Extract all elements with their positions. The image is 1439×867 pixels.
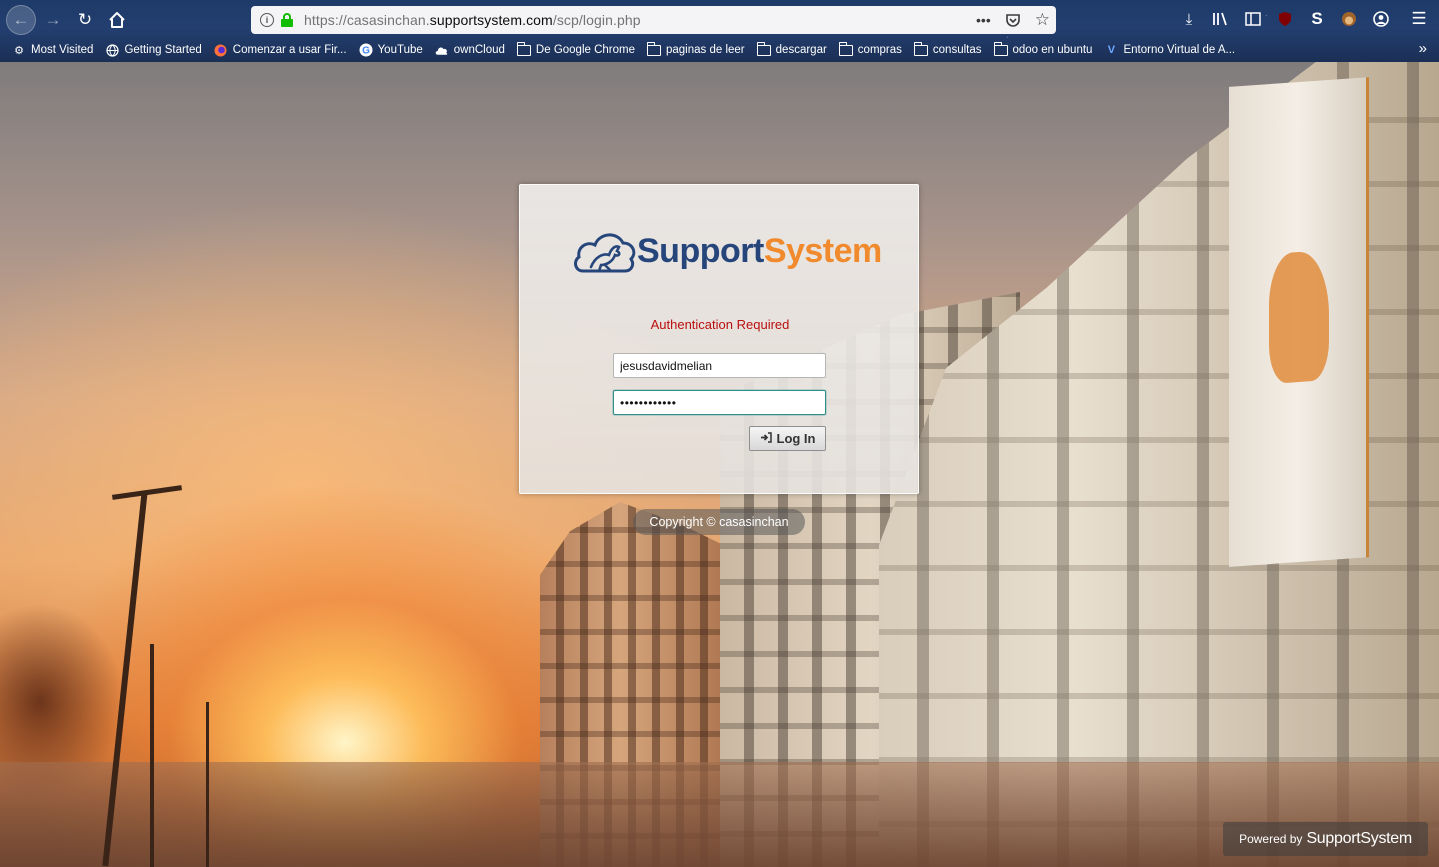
bookmarks-bar: ⚙ Most Visited Getting Started Comenzar … — [0, 38, 1439, 62]
pocket-icon[interactable] — [1005, 12, 1021, 28]
street-lamp — [150, 644, 154, 867]
bookmark-youtube[interactable]: G YouTube — [359, 43, 423, 57]
bookmark-label: Entorno Virtual de A... — [1123, 44, 1236, 56]
sign-in-icon — [760, 431, 772, 446]
home-icon — [109, 12, 125, 28]
arrow-right-icon: → — [44, 10, 62, 29]
cloud-icon — [435, 43, 449, 57]
bookmark-entorno-virtual[interactable]: V Entorno Virtual de A... — [1104, 43, 1235, 57]
bookmark-most-visited[interactable]: ⚙ Most Visited — [12, 43, 93, 57]
bookmark-label: Getting Started — [124, 44, 202, 56]
powered-by-prefix: Powered by — [1239, 832, 1303, 846]
star-icon[interactable]: ☆ — [1035, 10, 1050, 30]
bookmark-label: ownCloud — [453, 44, 505, 56]
folder-icon — [993, 41, 1008, 57]
bookmark-folder-compras[interactable]: compras — [838, 41, 902, 57]
folder-icon — [647, 41, 661, 57]
logo-wordmark: SupportSystem — [637, 232, 882, 271]
bookmarks-overflow-icon[interactable]: » — [1419, 40, 1427, 57]
folder-icon — [756, 41, 771, 57]
menu-icon[interactable]: ☰ — [1409, 9, 1429, 29]
arrow-left-icon: ← — [12, 10, 30, 29]
url-actions: ••• ☆ — [976, 6, 1050, 34]
bookmark-folder-odoo[interactable]: odoo en ubuntu — [993, 41, 1093, 57]
powered-by-badge[interactable]: Powered by SupportSystem — [1223, 822, 1428, 856]
folder-icon — [516, 41, 531, 57]
bookmark-label: descargar — [775, 44, 827, 56]
bookmark-label: odoo en ubuntu — [1012, 44, 1093, 56]
auth-message: Authentication Required — [650, 317, 790, 332]
login-button[interactable]: Log In — [749, 426, 826, 451]
logo-word-system: System — [763, 232, 882, 270]
back-button[interactable]: ← — [6, 5, 36, 35]
ublock-icon[interactable] — [1275, 9, 1295, 29]
reload-icon: ↻ — [77, 10, 93, 29]
copyright-text: Copyright © casasinchan — [633, 509, 805, 535]
bookmark-label: Comenzar a usar Fir... — [232, 44, 347, 56]
library-icon[interactable] — [1211, 9, 1231, 29]
address-bar[interactable]: i https://casasinchan.supportsystem.com/… — [251, 6, 1056, 34]
login-button-label: Log In — [776, 431, 816, 446]
bookmark-getting-started[interactable]: Getting Started — [105, 43, 202, 57]
bookmark-folder-descargar[interactable]: descargar — [756, 41, 827, 57]
s-extension-icon[interactable]: S — [1307, 9, 1327, 29]
monkey-icon[interactable] — [1339, 9, 1359, 29]
info-icon[interactable]: i — [260, 13, 274, 27]
password-field[interactable] — [613, 390, 826, 415]
username-field[interactable] — [613, 353, 826, 378]
globe-icon — [105, 43, 119, 57]
moodle-icon: V — [1107, 44, 1116, 56]
bookmark-label: compras — [857, 44, 902, 56]
bookmark-comenzar-firefox[interactable]: Comenzar a usar Fir... — [214, 43, 347, 57]
folder-icon — [838, 41, 853, 57]
bookmark-label: Most Visited — [31, 44, 94, 56]
bookmark-folder-consultas[interactable]: consultas — [913, 41, 982, 57]
gear-icon: ⚙ — [14, 44, 24, 57]
bookmark-label: consultas — [932, 44, 982, 56]
url-prefix: https://casasinchan. — [304, 12, 430, 28]
bookmark-label: paginas de leer — [666, 44, 745, 56]
page-actions-icon[interactable]: ••• — [976, 12, 991, 28]
bookmark-folder-google-chrome[interactable]: De Google Chrome — [516, 41, 635, 57]
sidebar-icon[interactable] — [1243, 9, 1263, 29]
supportsystem-logo: SupportSystem — [573, 225, 882, 275]
home-button[interactable] — [104, 7, 130, 33]
forward-button[interactable]: → — [40, 7, 66, 33]
powered-by-brand: SupportSystem — [1306, 830, 1412, 847]
login-form: SupportSystem Authentication Required Lo… — [519, 184, 919, 494]
logo-word-support: Support — [637, 232, 764, 270]
reload-button[interactable]: ↻ — [72, 7, 98, 33]
url-path: /scp/login.php — [552, 12, 641, 28]
svg-text:G: G — [362, 46, 370, 57]
account-icon[interactable] — [1371, 9, 1391, 29]
download-icon[interactable]: ⤓ — [1179, 9, 1199, 29]
kangaroo-cloud-icon — [574, 233, 636, 273]
lock-icon[interactable] — [280, 12, 294, 28]
url-text[interactable]: https://casasinchan.supportsystem.com/sc… — [304, 12, 641, 28]
folder-icon — [913, 41, 928, 57]
google-icon: G — [359, 43, 373, 57]
firefox-icon — [214, 43, 228, 57]
url-domain: supportsystem.com — [429, 12, 553, 28]
bookmark-folder-paginas[interactable]: paginas de leer — [647, 41, 745, 57]
bookmark-owncloud[interactable]: ownCloud — [435, 43, 505, 57]
browser-toolbar: ← → ↻ i https://casasinchan.supportsyste… — [0, 0, 1439, 62]
street-lamp — [206, 702, 209, 867]
bookmark-label: De Google Chrome — [535, 44, 635, 56]
bookmark-label: YouTube — [377, 44, 423, 56]
kangaroo-banner — [1229, 77, 1369, 567]
